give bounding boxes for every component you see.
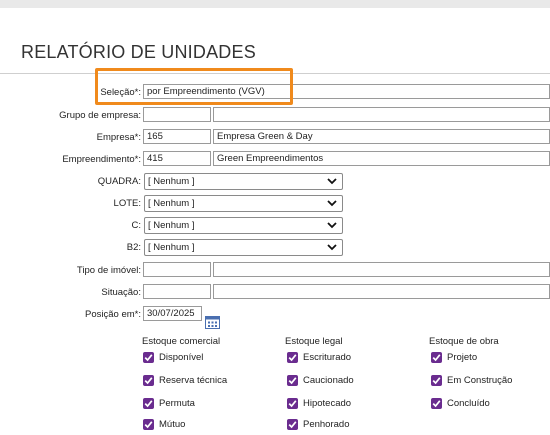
chevron-down-icon [327, 178, 337, 185]
checkbox-label: Penhorado [303, 419, 350, 430]
posicao-label: Posição em*: [85, 309, 141, 320]
calendar-icon[interactable] [205, 315, 220, 329]
chevron-down-icon [327, 200, 337, 207]
checkbox-box[interactable] [431, 398, 442, 409]
checkbox-label: Reserva técnica [159, 375, 228, 386]
checkbox-label: Mútuo [159, 419, 186, 430]
chevron-down-icon [327, 244, 337, 251]
empreendimento-name-input[interactable]: Green Empreendimentos [213, 151, 550, 166]
tipo-imovel-code-input[interactable] [143, 262, 211, 277]
checkbox-box[interactable] [431, 352, 442, 363]
estoque-comercial-header: Estoque comercial [142, 336, 221, 347]
empresa-label: Empresa*: [96, 132, 141, 143]
checkbox-label: Em Construção [447, 375, 513, 386]
b2-label: B2: [126, 242, 141, 253]
checkbox-box[interactable] [143, 398, 154, 409]
checkbox-label: Disponível [159, 352, 204, 363]
lote-select-value: [ Nenhum ] [148, 198, 195, 209]
c-select-value: [ Nenhum ] [148, 220, 195, 231]
checkmark-icon [288, 400, 297, 408]
checkmark-icon [144, 377, 153, 385]
c-select[interactable]: [ Nenhum ] [144, 217, 343, 234]
checkmark-icon [288, 421, 297, 429]
empreendimento-label: Empreendimento*: [62, 154, 141, 165]
lote-label: LOTE: [113, 198, 141, 209]
grupo-empresa-name-input[interactable] [213, 107, 550, 122]
selection-highlight-box [95, 68, 293, 105]
situacao-label: Situação: [101, 287, 141, 298]
situacao-name-input[interactable] [213, 284, 550, 299]
checkmark-icon [144, 354, 153, 362]
c-label: C: [131, 220, 142, 231]
checkbox-box[interactable] [287, 398, 298, 409]
checkmark-icon [288, 354, 297, 362]
checkbox-label: Concluído [447, 398, 490, 409]
chevron-down-icon [327, 222, 337, 229]
checkmark-icon [432, 354, 441, 362]
lote-select[interactable]: [ Nenhum ] [144, 195, 343, 212]
estoque-legal-header: Estoque legal [285, 336, 343, 347]
grupo-empresa-code-input[interactable] [143, 107, 211, 122]
checkbox-label: Projeto [447, 352, 478, 363]
checkbox-box[interactable] [143, 419, 154, 430]
checkbox-box[interactable] [143, 375, 154, 386]
quadra-select-value: [ Nenhum ] [148, 176, 195, 187]
checkmark-icon [144, 421, 153, 429]
checkmark-icon [144, 400, 153, 408]
grupo-empresa-label: Grupo de empresa: [59, 110, 141, 121]
checkbox-label: Escriturado [303, 352, 352, 363]
checkmark-icon [288, 377, 297, 385]
checkbox-box[interactable] [431, 375, 442, 386]
situacao-code-input[interactable] [143, 284, 211, 299]
b2-select-value: [ Nenhum ] [148, 242, 195, 253]
quadra-label: QUADRA: [97, 176, 141, 187]
posicao-date-input[interactable]: 30/07/2025 [143, 306, 202, 321]
estoque-obra-header: Estoque de obra [429, 336, 499, 347]
quadra-select[interactable]: [ Nenhum ] [144, 173, 343, 190]
checkmark-icon [432, 400, 441, 408]
checkbox-box[interactable] [287, 375, 298, 386]
b2-select[interactable]: [ Nenhum ] [144, 239, 343, 256]
checkbox-box[interactable] [287, 352, 298, 363]
checkbox-label: Permuta [159, 398, 195, 409]
checkmark-icon [432, 377, 441, 385]
checkbox-box[interactable] [287, 419, 298, 430]
tipo-imovel-name-input[interactable] [213, 262, 550, 277]
empresa-name-input[interactable]: Empresa Green & Day [213, 129, 550, 144]
empreendimento-code-input[interactable]: 415 [143, 151, 211, 166]
empresa-code-input[interactable]: 165 [143, 129, 211, 144]
checkbox-box[interactable] [143, 352, 154, 363]
page-title: RELATÓRIO DE UNIDADES [21, 42, 256, 62]
checkbox-label: Hipotecado [303, 398, 352, 409]
tipo-imovel-label: Tipo de imóvel: [76, 265, 141, 276]
checkbox-label: Caucionado [303, 375, 354, 386]
